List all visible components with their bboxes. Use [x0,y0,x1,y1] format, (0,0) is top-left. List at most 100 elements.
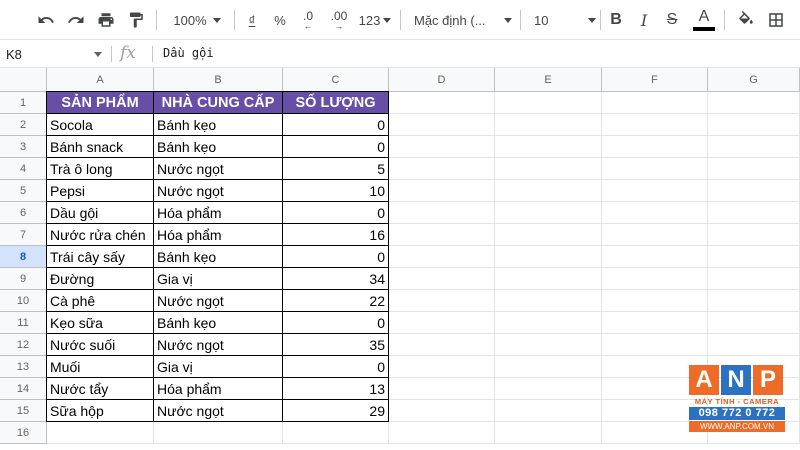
supplier-cell[interactable]: Bánh kẹo [154,312,283,334]
currency-format-button[interactable]: ₫ [242,8,262,32]
cell[interactable] [602,114,708,136]
italic-button[interactable]: I [634,8,654,32]
product-cell[interactable]: Socola [47,114,154,136]
quantity-cell[interactable]: 0 [283,312,389,334]
cell[interactable] [389,224,495,246]
formula-input[interactable]: Dầu gội [163,46,214,60]
row-header-3[interactable]: 3 [0,136,47,158]
row-header-2[interactable]: 2 [0,114,47,136]
row-header-10[interactable]: 10 [0,290,47,312]
cell[interactable] [708,312,800,334]
row-header-7[interactable]: 7 [0,224,47,246]
cell[interactable] [495,114,602,136]
quantity-cell[interactable]: 16 [283,224,389,246]
table-header-cell[interactable]: NHÀ CUNG CẤP [154,92,283,114]
supplier-cell[interactable]: Hóa phẩm [154,202,283,224]
fill-color-button[interactable] [734,8,758,32]
cell[interactable] [389,400,495,422]
font-family-select[interactable]: Mặc định (... [414,8,512,32]
cell[interactable] [495,158,602,180]
cell[interactable] [708,158,800,180]
cell[interactable] [602,202,708,224]
supplier-cell[interactable]: Bánh kẹo [154,114,283,136]
row-header-8[interactable]: 8 [0,246,47,268]
supplier-cell[interactable]: Nước ngọt [154,180,283,202]
cell[interactable] [495,378,602,400]
quantity-cell[interactable]: 29 [283,400,389,422]
quantity-cell[interactable]: 0 [283,136,389,158]
supplier-cell[interactable]: Bánh kẹo [154,246,283,268]
column-header-d[interactable]: D [389,68,495,92]
redo-icon[interactable] [64,8,88,32]
cell[interactable] [708,180,800,202]
supplier-cell[interactable]: Nước ngọt [154,290,283,312]
cell[interactable] [389,268,495,290]
product-cell[interactable]: Đường [47,268,154,290]
column-header-b[interactable]: B [154,68,283,92]
cell[interactable] [495,268,602,290]
row-header-4[interactable]: 4 [0,158,47,180]
column-header-f[interactable]: F [602,68,708,92]
cell[interactable] [389,312,495,334]
cell[interactable] [389,202,495,224]
increase-decimal-button[interactable]: .00 → [326,8,352,32]
cell[interactable] [602,136,708,158]
cell[interactable] [495,356,602,378]
column-header-c[interactable]: C [283,68,389,92]
product-cell[interactable]: Muối [47,356,154,378]
cell[interactable] [602,334,708,356]
cell[interactable] [283,422,389,444]
quantity-cell[interactable]: 13 [283,378,389,400]
cell[interactable] [602,158,708,180]
cell[interactable] [708,114,800,136]
font-size-select[interactable]: 10 [534,8,596,32]
supplier-cell[interactable]: Gia vị [154,268,283,290]
column-header-a[interactable]: A [47,68,154,92]
product-cell[interactable]: Nước tẩy [47,378,154,400]
cell[interactable] [602,312,708,334]
decrease-decimal-button[interactable]: .0 ← [297,8,319,32]
cell[interactable] [602,268,708,290]
text-color-button[interactable]: A [692,8,716,32]
table-header-cell[interactable]: SỐ LƯỢNG [283,92,389,114]
supplier-cell[interactable]: Gia vị [154,356,283,378]
product-cell[interactable]: Trái cây sấy [47,246,154,268]
strikethrough-button[interactable]: S [662,8,682,32]
cell[interactable] [389,334,495,356]
row-header-16[interactable]: 16 [0,422,47,444]
cell[interactable] [389,246,495,268]
percent-format-button[interactable]: % [270,8,290,32]
product-cell[interactable]: Sữa hộp [47,400,154,422]
cell[interactable] [602,224,708,246]
product-cell[interactable]: Nước suối [47,334,154,356]
quantity-cell[interactable]: 34 [283,268,389,290]
cell[interactable] [495,246,602,268]
product-cell[interactable]: Bánh snack [47,136,154,158]
borders-button[interactable] [764,8,788,32]
row-header-15[interactable]: 15 [0,400,47,422]
cell[interactable] [495,92,602,114]
row-header-12[interactable]: 12 [0,334,47,356]
row-header-5[interactable]: 5 [0,180,47,202]
column-header-e[interactable]: E [495,68,602,92]
print-icon[interactable] [94,8,118,32]
product-cell[interactable]: Dầu gội [47,202,154,224]
name-box[interactable]: K8 [6,44,106,64]
cell[interactable] [389,158,495,180]
supplier-cell[interactable]: Bánh kẹo [154,136,283,158]
supplier-cell[interactable]: Nước ngọt [154,158,283,180]
cell[interactable] [708,224,800,246]
cell[interactable] [708,246,800,268]
cell[interactable] [495,180,602,202]
more-formats-button[interactable]: 123 [358,8,392,32]
cell[interactable] [495,224,602,246]
cell[interactable] [389,136,495,158]
cell[interactable] [708,290,800,312]
quantity-cell[interactable]: 0 [283,356,389,378]
paint-format-icon[interactable] [124,8,148,32]
cell[interactable] [47,422,154,444]
undo-icon[interactable] [34,8,58,32]
cell[interactable] [495,422,602,444]
product-cell[interactable]: Trà ô long [47,158,154,180]
cell[interactable] [708,202,800,224]
